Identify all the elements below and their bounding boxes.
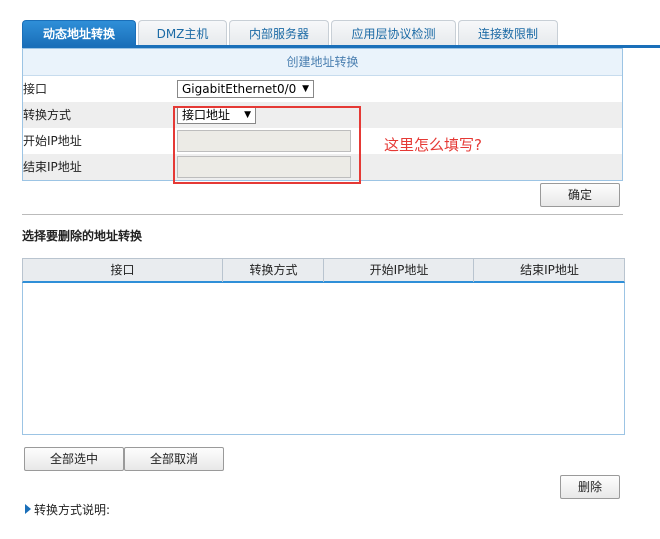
tab-alg-detection[interactable]: 应用层协议检测 — [331, 20, 456, 46]
column-start-ip: 开始IP地址 — [323, 259, 474, 282]
dropdown-arrow-icon: ▼ — [302, 84, 309, 94]
column-end-ip: 结束IP地址 — [473, 259, 625, 282]
panel-title: 创建地址转换 — [23, 49, 622, 76]
column-mode: 转换方式 — [222, 259, 324, 282]
tab-connection-limit[interactable]: 连接数限制 — [458, 20, 558, 46]
nat-table-header: 接口 转换方式 开始IP地址 结束IP地址 — [22, 258, 625, 283]
start-ip-label: 开始IP地址 — [23, 134, 82, 148]
interface-row: 接口 GigabitEthernet0/0 ▼ — [23, 76, 622, 102]
tab-dynamic-nat[interactable]: 动态地址转换 — [22, 20, 136, 46]
tab-dmz-host[interactable]: DMZ主机 — [138, 20, 227, 46]
tab-internal-server[interactable]: 内部服务器 — [229, 20, 329, 46]
end-ip-label: 结束IP地址 — [23, 160, 82, 174]
select-all-button[interactable]: 全部选中 — [24, 447, 124, 471]
divider — [22, 214, 623, 215]
interface-label: 接口 — [23, 82, 48, 96]
nat-table-body[interactable] — [22, 283, 625, 435]
delete-section-title: 选择要删除的地址转换 — [22, 229, 143, 243]
interface-select-value: GigabitEthernet0/0 — [182, 82, 297, 96]
interface-select[interactable]: GigabitEthernet0/0 ▼ — [177, 80, 314, 98]
confirm-button[interactable]: 确定 — [540, 183, 620, 207]
highlight-box — [173, 106, 361, 184]
column-interface: 接口 — [110, 263, 135, 277]
mode-label: 转换方式 — [23, 108, 72, 122]
expand-triangle-icon[interactable] — [25, 504, 31, 514]
mode-explanation-link[interactable]: 转换方式说明: — [34, 501, 110, 518]
cancel-all-button[interactable]: 全部取消 — [124, 447, 224, 471]
delete-button[interactable]: 删除 — [560, 475, 620, 499]
annotation-text: 这里怎么填写? — [384, 136, 482, 154]
